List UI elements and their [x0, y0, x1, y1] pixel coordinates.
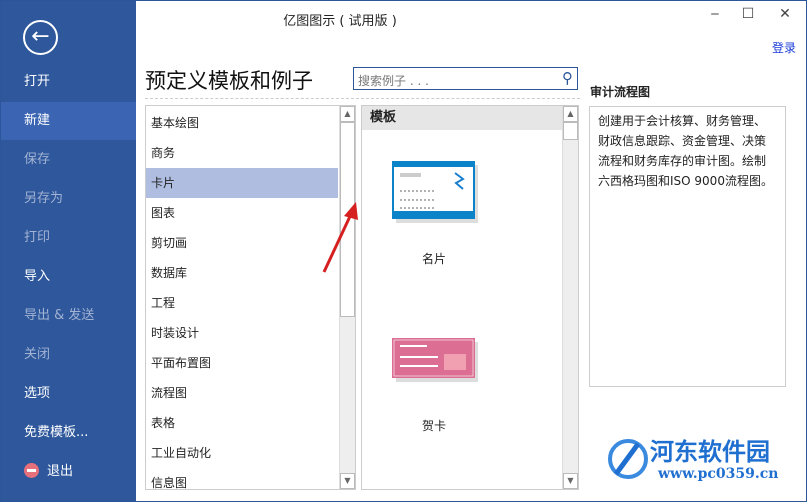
search-input[interactable]: 搜索例子 . . . ⚲: [353, 67, 578, 90]
page-title: 预定义模板和例子: [145, 69, 313, 93]
template-label[interactable]: 贺卡: [392, 417, 476, 434]
greeting-card-thumbnail[interactable]: [392, 338, 478, 396]
sidebar-item-label: 退出: [47, 464, 74, 479]
category-item[interactable]: 商务: [146, 138, 338, 168]
sidebar-item[interactable]: 退出: [0, 453, 136, 491]
sidebar-item: 打印: [0, 219, 136, 257]
window-title: 亿图图示 ( 试用版 ): [283, 14, 397, 29]
scroll-down-icon[interactable]: ▼: [563, 473, 578, 489]
category-item[interactable]: 流程图: [146, 378, 338, 408]
login-link[interactable]: 登录: [772, 39, 796, 56]
template-scrollbar[interactable]: ▲ ▼: [562, 106, 578, 489]
sidebar-item-label: 导入: [24, 269, 51, 284]
scroll-up-icon[interactable]: ▲: [563, 106, 578, 122]
category-scrollbar[interactable]: ▲ ▼: [339, 106, 355, 489]
sidebar-item-label: 新建: [24, 113, 51, 128]
category-item[interactable]: 信息图: [146, 468, 338, 489]
sidebar-item[interactable]: 导入: [0, 258, 136, 296]
category-item[interactable]: 时装设计: [146, 318, 338, 348]
detail-description: 创建用于会计核算、财务管理、财政信息跟踪、资金管理、决策流程和财务库存的审计图。…: [589, 106, 786, 387]
divider: [145, 98, 580, 99]
template-label[interactable]: 名片: [392, 250, 476, 267]
sidebar-item-label: 保存: [24, 152, 51, 167]
close-button[interactable]: ✕: [770, 6, 800, 22]
template-panel: 模板 名片 贺卡 ▲ ▼: [361, 105, 579, 490]
sidebar-item-label: 选项: [24, 386, 51, 401]
business-card-thumbnail[interactable]: [392, 161, 478, 223]
category-item[interactable]: 表格: [146, 408, 338, 438]
scroll-down-icon[interactable]: ▼: [340, 473, 355, 489]
category-item[interactable]: 卡片: [146, 168, 338, 198]
watermark-name: 河东软件园: [650, 438, 770, 466]
red-arrow-annotation: [322, 202, 358, 273]
sidebar-item-label: 另存为: [24, 191, 64, 206]
sidebar-item-label: 打印: [24, 230, 51, 245]
minimize-button[interactable]: ‒: [700, 6, 730, 22]
detail-title: 审计流程图: [590, 85, 651, 99]
sidebar-item: 导出 & 发送: [0, 297, 136, 335]
sidebar-item: 保存: [0, 141, 136, 179]
category-item[interactable]: 数据库: [146, 258, 338, 288]
sidebar-item: 关闭: [0, 336, 136, 374]
category-item[interactable]: 工程: [146, 288, 338, 318]
category-item[interactable]: 剪切画: [146, 228, 338, 258]
exit-icon: [24, 463, 39, 478]
scroll-thumb[interactable]: [563, 122, 578, 140]
sidebar-item-label: 关闭: [24, 347, 51, 362]
category-list: 基本绘图 商务 卡片 图表 剪切画 数据库 工程 时装设计 平面布置图 流程图 表格 工业自动化 信息图…: [145, 105, 356, 490]
category-item[interactable]: 工业自动化: [146, 438, 338, 468]
watermark-logo-icon: [608, 439, 648, 479]
sidebar-item: 另存为: [0, 180, 136, 218]
category-item[interactable]: 图表: [146, 198, 338, 228]
templates-header: 模板: [362, 106, 562, 130]
watermark: 河东软件园 www.pc0359.cn: [608, 430, 804, 496]
sidebar-item[interactable]: 打开: [0, 63, 136, 101]
search-icon[interactable]: ⚲: [562, 69, 573, 87]
sidebar: ← 打开新建保存另存为打印导入导出 & 发送 关闭选项免费模板... 退出: [0, 0, 136, 502]
sidebar-item[interactable]: 新建: [0, 102, 136, 140]
sidebar-item-label: 免费模板...: [24, 425, 89, 440]
category-item[interactable]: 平面布置图: [146, 348, 338, 378]
sidebar-item-label: 导出 & 发送: [24, 308, 95, 323]
sidebar-item-label: 打开: [24, 74, 51, 89]
watermark-url: www.pc0359.cn: [658, 466, 779, 482]
maximize-button[interactable]: ☐: [733, 6, 763, 22]
sidebar-item[interactable]: 免费模板...: [0, 414, 136, 452]
back-arrow-icon[interactable]: ←: [23, 20, 58, 55]
category-item[interactable]: 基本绘图: [146, 108, 338, 138]
scroll-up-icon[interactable]: ▲: [340, 106, 355, 122]
search-placeholder: 搜索例子 . . .: [358, 74, 429, 88]
sidebar-item[interactable]: 选项: [0, 375, 136, 413]
